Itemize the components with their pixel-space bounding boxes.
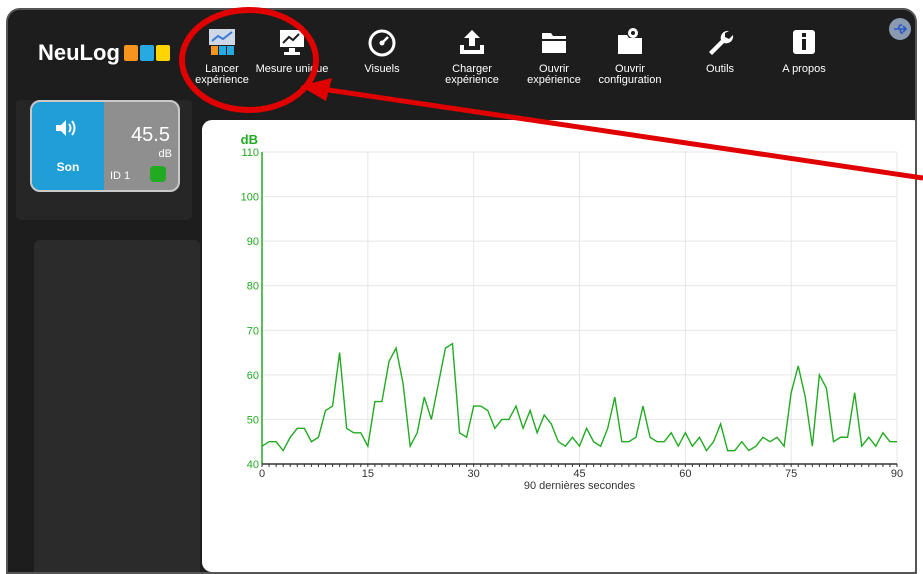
toolbar-button-1[interactable]: Mesure unique [252,26,332,75]
toolbar-button-0[interactable]: Lancer expérience [182,26,262,86]
sensor-id: ID 1 [110,170,131,182]
upload-icon [432,26,512,58]
toolbar-label: Mesure unique [255,63,329,75]
y-tick-label: 60 [247,370,259,382]
sensor-card-left: Son [32,102,104,190]
x-tick-label: 45 [573,468,585,480]
toolbar-label-2: expérience [527,74,581,86]
sensor-value: 45.5 [131,124,170,146]
logo-text: NeuLog [38,40,120,65]
x-axis-label: 90 dernières secondes [524,480,636,492]
toolbar-button-7[interactable]: A propos [764,26,844,75]
x-tick-label: 0 [259,468,265,480]
toolbar-button-6[interactable]: Outils [680,26,760,75]
toolbar-button-4[interactable]: Ouvrir expérience [514,26,594,86]
gauge-icon [342,26,422,58]
speaker-icon [54,118,80,143]
wrench-icon [680,26,760,58]
sensor-name: Son [56,160,80,174]
x-tick-label: 30 [468,468,480,480]
toolbar-label: A propos [782,63,826,75]
toolbar-label-2: expérience [195,74,249,86]
usb-icon[interactable] [889,18,911,40]
toolbar-button-3[interactable]: Charger expérience [432,26,512,86]
y-tick-label: 100 [241,192,259,204]
y-tick-label: 40 [247,459,259,471]
sensor-card-son[interactable]: Son 45.5 dB ID 1 [30,100,180,192]
y-axis-label: dB [241,132,258,147]
x-tick-label: 15 [362,468,374,480]
sensor-unit: dB [158,148,172,160]
toolbar-button-2[interactable]: Visuels [342,26,422,75]
toolbar-button-5[interactable]: Ouvrir configuration [590,26,670,86]
toolbar-label: Outils [705,63,735,75]
y-tick-label: 110 [241,147,259,159]
toolbar-label-2: configuration [598,74,662,86]
top-toolbar: NeuLog Lancer expérience Mesure unique Visu… [8,10,915,110]
info-icon [764,26,844,58]
x-tick-label: 90 [891,468,903,480]
y-tick-label: 70 [247,325,259,337]
single-measure-icon [252,26,332,58]
y-tick-label: 50 [247,414,259,426]
app-window: NeuLog Lancer expérience Mesure unique Visu… [6,8,917,574]
logo-blocks [123,45,172,61]
folder-gear-icon [590,26,670,58]
neulog-logo: NeuLog [38,40,172,66]
x-tick-label: 75 [785,468,797,480]
sound-level-chart: 0 15 30 45 60 75 90 40 50 60 70 80 90 100 110dB 90 dern… [241,132,903,492]
start-experiment-icon [182,26,262,58]
sensor-list-panel [34,240,200,572]
y-tick-label: 80 [247,281,259,293]
x-tick-label: 60 [679,468,691,480]
y-tick-label: 90 [247,236,259,248]
toolbar-label-2: expérience [445,74,499,86]
toolbar-label: Visuels [364,63,400,75]
graph-panel: 0 15 30 45 60 75 90 40 50 60 70 80 90 100 110 dB 90 dern… [202,120,915,572]
folder-icon [514,26,594,58]
status-indicator [150,166,166,182]
